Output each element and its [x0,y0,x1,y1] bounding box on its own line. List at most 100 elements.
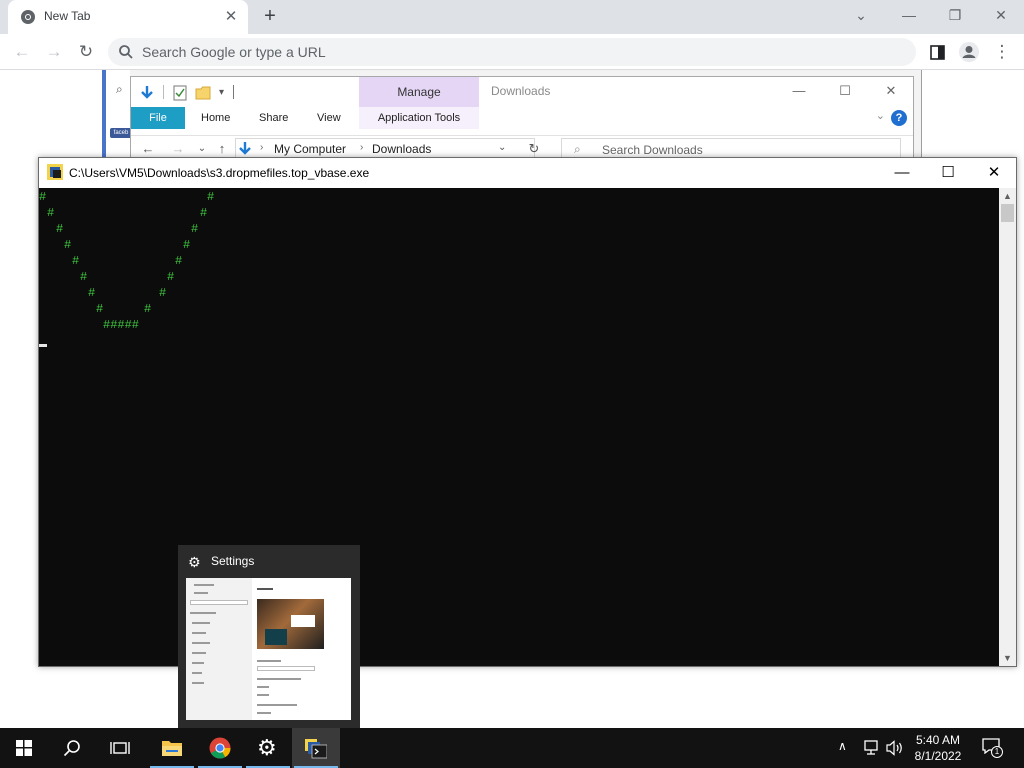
profile-avatar-icon[interactable] [958,41,980,63]
preview-wallpaper-image [257,599,324,649]
console-text: # [47,206,55,220]
settings-taskbar-preview[interactable]: ⚙ Settings [178,545,360,728]
properties-icon[interactable] [173,85,187,101]
file-explorer-window: ▾ Manage Downloads — ☐ ✕ File Home Share… [130,76,914,160]
console-text: # [200,206,208,220]
console-text: # [175,254,183,268]
menu-kebab-icon[interactable]: ⋮ [990,40,1014,64]
settings-icon: ⚙ [257,735,277,760]
python-app-icon [47,164,63,180]
gear-icon: ⚙ [188,554,201,570]
console-text: # [183,238,191,252]
preview-thumbnail-sidebar [186,578,252,720]
network-icon[interactable] [862,740,880,756]
refresh-icon[interactable]: ↻ [525,139,543,159]
minimize-button[interactable]: — [886,0,932,30]
taskbar-settings[interactable]: ⚙ [244,728,292,768]
tab-application-tools[interactable]: Application Tools [359,107,479,129]
volume-icon[interactable] [886,740,904,756]
taskbar-file-explorer[interactable] [148,728,196,768]
clock-time: 5:40 AM [915,733,961,747]
ribbon-expand-chevron-icon[interactable]: ⌄ [876,109,885,122]
preview-thumbnail[interactable] [186,578,351,720]
omnibox[interactable] [108,38,916,66]
chrome-icon [209,737,231,759]
console-text: # [96,302,104,316]
console-maximize-button[interactable]: ☐ [925,158,971,188]
tab-search-dropdown-icon[interactable]: ⌄ [838,0,884,30]
console-text: # [167,270,175,284]
console-text: # [207,190,215,204]
show-hidden-icons-chevron-icon[interactable]: ∧ [838,739,847,753]
console-text: # [191,222,199,236]
scroll-down-icon[interactable]: ▼ [999,650,1016,666]
python-console-icon [305,739,327,759]
explorer-window-title: Downloads [491,84,551,98]
taskbar-chrome[interactable] [196,728,244,768]
browser-toolbar: ← → ↻ ⋮ [0,34,1024,70]
system-clock[interactable]: 5:40 AM 8/1/2022 [906,732,970,764]
address-dropdown-icon[interactable]: ⌄ [498,142,506,153]
side-panel-icon[interactable] [930,45,945,60]
console-cursor [39,344,47,347]
console-text: # [39,190,47,204]
taskbar-search-button[interactable] [48,728,96,768]
back-arrow-icon[interactable]: ← [10,40,34,64]
notification-count-badge: 1 [991,746,1003,758]
new-tab-button[interactable]: + [258,4,282,28]
task-view-icon [110,742,130,754]
console-text: # [72,254,80,268]
console-text: # [56,222,64,236]
console-text: ##### [103,318,140,332]
tab-view[interactable]: View [317,107,341,129]
tab-title: New Tab [44,9,91,23]
background-page-strip: ⌕ faceb [102,70,132,160]
search-downloads-placeholder: Search Downloads [602,143,703,157]
facebook-badge[interactable]: faceb [110,128,132,138]
search-icon: ⌕ [116,82,123,96]
explorer-back-icon[interactable]: ← [139,139,157,159]
task-view-button[interactable] [96,728,144,768]
tab-share[interactable]: Share [259,107,288,129]
breadcrumb-my-computer[interactable]: My Computer [274,142,346,156]
browser-tab-strip: New Tab ✕ + ⌄ — ❐ ✕ [0,0,1024,34]
console-close-button[interactable]: ✕ [971,158,1017,188]
forward-arrow-icon[interactable]: → [42,40,66,64]
file-explorer-icon [162,741,182,756]
close-button[interactable]: ✕ [978,0,1024,30]
taskbar: ⚙ ∧ 5:40 AM 8/1/2022 1 [0,728,1024,768]
console-window-title: C:\Users\VM5\Downloads\s3.dropmefiles.to… [69,166,370,180]
search-icon [119,45,133,59]
search-icon: ⌕ [574,142,581,156]
scroll-up-icon[interactable]: ▲ [999,188,1016,204]
restore-button[interactable]: ❐ [932,0,978,30]
explorer-forward-icon[interactable]: → [169,139,187,159]
explorer-close-button[interactable]: ✕ [877,81,905,101]
console-scrollbar[interactable]: ▲ ▼ [999,188,1016,666]
start-button[interactable] [0,728,48,768]
help-icon[interactable]: ? [891,110,907,126]
manage-context-tab[interactable]: Manage [359,77,479,107]
omnibox-input[interactable] [142,42,842,62]
recent-locations-icon[interactable]: ⌄ [193,139,211,159]
qat-dropdown-icon[interactable]: ▾ [219,81,224,105]
console-title-bar[interactable]: C:\Users\VM5\Downloads\s3.dropmefiles.to… [39,158,1016,188]
explorer-maximize-button[interactable]: ☐ [831,81,859,101]
reload-icon[interactable]: ↻ [74,40,98,64]
console-text: # [159,286,167,300]
new-folder-icon[interactable] [195,85,211,101]
tab-home[interactable]: Home [201,107,230,129]
ribbon-tabs: File Home Share View Application Tools [131,107,913,129]
tab-file[interactable]: File [131,107,185,129]
breadcrumb-downloads[interactable]: Downloads [372,142,431,156]
taskbar-python-console[interactable] [292,728,340,768]
console-text: # [64,238,72,252]
tab-new-tab[interactable]: New Tab ✕ [8,0,248,34]
preview-title: Settings [211,554,255,568]
action-center-button[interactable]: 1 [982,738,1003,758]
console-minimize-button[interactable]: — [879,158,925,188]
scroll-thumb[interactable] [1001,204,1014,222]
up-one-level-icon[interactable]: ↑ [213,139,231,159]
explorer-minimize-button[interactable]: — [785,81,813,101]
tab-close-icon[interactable]: ✕ [222,8,240,26]
